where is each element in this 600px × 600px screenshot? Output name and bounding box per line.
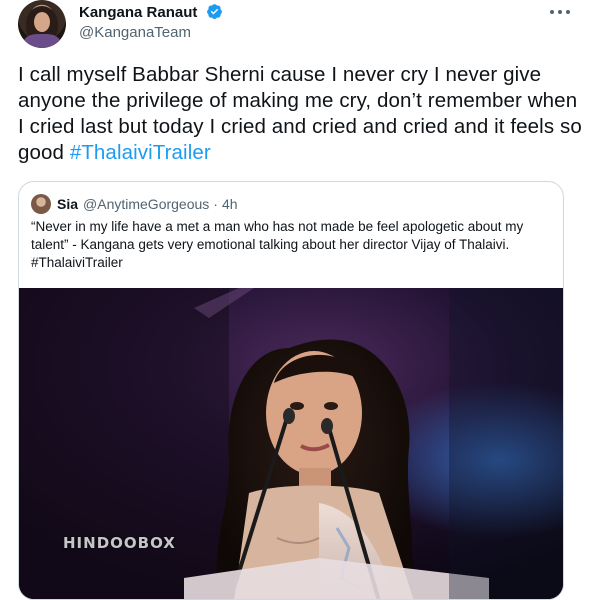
author-block: Kangana Ranaut @KanganaTeam (79, 2, 223, 41)
quoted-timestamp[interactable]: 4h (222, 196, 238, 212)
quoted-media-image[interactable]: HINDOOBOX (19, 288, 563, 599)
quoted-tweet-card[interactable]: Sia @AnytimeGorgeous · 4h “Never in my l… (18, 181, 564, 600)
more-dots-icon[interactable] (550, 4, 570, 20)
author-name[interactable]: Kangana Ranaut (79, 4, 197, 21)
stage-photo (19, 288, 563, 599)
hashtag-link[interactable]: #ThalaiviTrailer (70, 141, 211, 164)
author-avatar[interactable] (18, 0, 66, 48)
media-watermark: HINDOOBOX (63, 534, 176, 552)
quoted-tweet-text: “Never in my life have a met a man who h… (31, 219, 524, 270)
separator-dot: · (213, 196, 218, 212)
quoted-author-avatar[interactable] (31, 194, 51, 214)
quoted-author-name[interactable]: Sia (57, 196, 78, 212)
verified-badge-icon (207, 4, 223, 20)
quoted-author-handle[interactable]: @AnytimeGorgeous (83, 196, 209, 212)
quoted-tweet-header: Sia @AnytimeGorgeous · 4h (31, 194, 238, 214)
tweet-text: I call myself Babbar Sherni cause I neve… (18, 62, 583, 166)
tweet: Kangana Ranaut @KanganaTeam I call mysel… (0, 0, 600, 600)
author-handle[interactable]: @KanganaTeam (79, 24, 223, 41)
